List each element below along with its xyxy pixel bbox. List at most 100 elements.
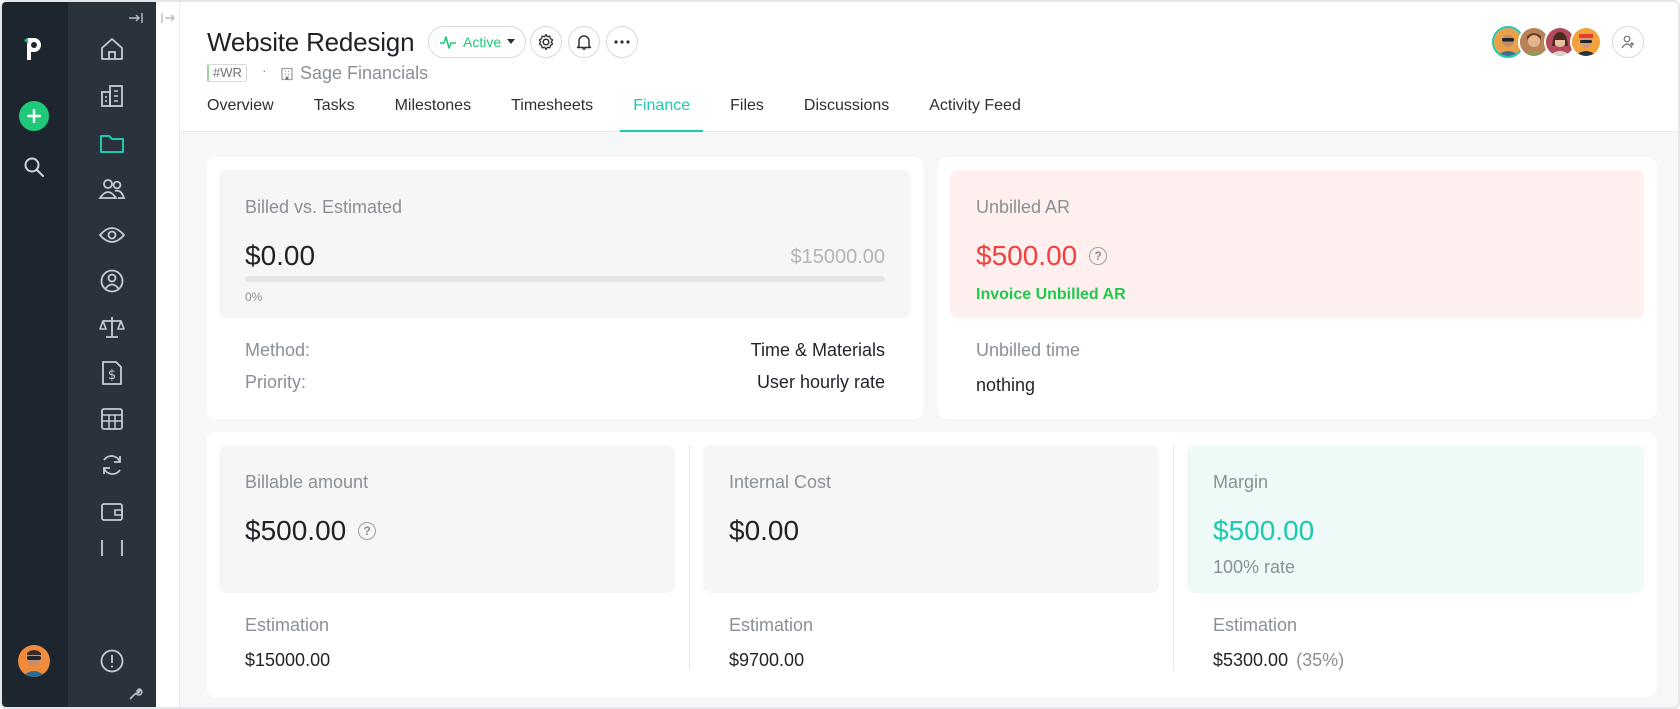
alert-circle-icon (100, 649, 124, 673)
unbilled-title: Unbilled AR (976, 197, 1071, 217)
section-nav: $ (68, 2, 156, 707)
method-value: Time & Materials (750, 340, 885, 360)
wrench-icon (129, 688, 143, 700)
nav-projects[interactable] (95, 126, 129, 160)
user-avatar-button[interactable] (17, 644, 51, 678)
priority-label: Priority: (245, 372, 307, 392)
invoice-dollar-icon: $ (102, 361, 122, 385)
billable-title: Billable amount (245, 472, 369, 492)
tab-files[interactable]: Files (717, 94, 777, 132)
collapse-nav-button[interactable] (127, 10, 147, 26)
expand-icon (161, 13, 175, 23)
unbilled-amount-row: $500.00 ? (976, 240, 1108, 272)
margin-title: Margin (1213, 472, 1269, 492)
caret-down-icon (507, 39, 516, 44)
financial-summary-card: Billable amount $500.00 ? Estimation $15… (206, 432, 1657, 697)
unbilled-tile: Unbilled AR $500.00 ? Invoice Unbilled A… (950, 170, 1644, 318)
nav-profile[interactable] (95, 264, 129, 298)
panel-expand-strip (156, 2, 180, 707)
plus-icon (19, 101, 49, 131)
settings-wrench-button[interactable] (127, 686, 143, 702)
project-settings-button[interactable] (530, 26, 562, 58)
billable-estimation-value: $15000.00 (245, 650, 331, 670)
svg-text:$: $ (108, 368, 116, 383)
billable-amount: $500.00 (245, 515, 347, 546)
people-icon (98, 179, 126, 199)
nav-more[interactable] (95, 540, 129, 556)
billed-title: Billed vs. Estimated (245, 197, 403, 217)
ellipsis-icon (614, 40, 630, 44)
buildings-icon (101, 85, 123, 107)
add-user-icon (1621, 35, 1634, 49)
nav-home[interactable] (95, 32, 129, 66)
unbilled-time-label: Unbilled time (976, 340, 1081, 360)
app-window: $ Website Redesign Active #WR · Sage Fin… (0, 0, 1680, 709)
app-rail (2, 2, 68, 707)
team-member-avatar[interactable] (1570, 26, 1602, 58)
unbilled-ar-card: Unbilled AR $500.00 ? Invoice Unbilled A… (937, 157, 1657, 419)
margin-estimation-row: $5300.00 (35%) (1213, 650, 1344, 671)
nav-people[interactable] (95, 172, 129, 206)
nav-watch[interactable] (95, 218, 129, 252)
unbilled-time-value: nothing (976, 375, 1036, 395)
nav-clients[interactable] (95, 79, 129, 113)
folder-icon (100, 135, 124, 153)
user-circle-icon (100, 269, 124, 293)
internal-cost-tile: Internal Cost $0.00 (703, 445, 1159, 593)
tab-overview[interactable]: Overview (207, 94, 287, 132)
tab-finance[interactable]: Finance (620, 94, 704, 132)
invoice-unbilled-link[interactable]: Invoice Unbilled AR (976, 286, 1126, 304)
more-actions-button[interactable] (606, 26, 638, 58)
internal-cost-estimation-label: Estimation (729, 615, 814, 635)
table-icon (101, 408, 123, 430)
internal-cost-estimation-value: $9700.00 (729, 650, 805, 670)
building-icon (281, 67, 293, 80)
project-code-badge: #WR (207, 64, 247, 82)
billed-amount: $0.00 (245, 240, 316, 271)
tab-tasks[interactable]: Tasks (301, 94, 368, 132)
margin-estimation-percent: (35%) (1296, 650, 1345, 670)
help-icon[interactable]: ? (358, 522, 377, 540)
team-avatars[interactable] (1492, 26, 1644, 58)
nav-balance[interactable] (95, 310, 129, 344)
notifications-button[interactable] (568, 26, 600, 58)
help-icon[interactable]: ? (1089, 247, 1108, 265)
home-icon (101, 38, 123, 60)
add-member-button[interactable] (1612, 26, 1644, 58)
nav-info[interactable] (95, 644, 129, 678)
search-button[interactable] (17, 150, 51, 184)
separator-dot: · (262, 62, 267, 78)
bell-icon (576, 35, 592, 50)
more-icon (101, 540, 123, 556)
create-button[interactable] (17, 99, 51, 133)
tab-milestones[interactable]: Milestones (382, 94, 484, 132)
collapse-icon (129, 13, 143, 23)
project-header: Website Redesign Active #WR · Sage Finan… (180, 2, 1678, 132)
margin-tile: Margin $500.00 100% rate (1187, 445, 1644, 593)
tab-timesheets[interactable]: Timesheets (498, 94, 606, 132)
nav-recurring[interactable] (95, 448, 129, 482)
eye-icon (98, 227, 126, 243)
nav-expenses[interactable] (95, 494, 129, 528)
scales-icon (99, 317, 125, 338)
expand-panel-button[interactable] (159, 10, 177, 26)
nav-reports[interactable] (95, 402, 129, 436)
client-link[interactable]: Sage Financials (280, 63, 428, 84)
margin-amount: $500.00 (1213, 515, 1315, 546)
tab-discussions[interactable]: Discussions (791, 94, 902, 132)
status-label: Active (463, 34, 502, 50)
refresh-icon (103, 455, 121, 475)
app-logo[interactable] (17, 32, 51, 66)
page-title: Website Redesign (207, 27, 415, 57)
margin-estimation-label: Estimation (1213, 615, 1298, 635)
margin-rate: 100% rate (1213, 557, 1296, 577)
status-dropdown[interactable]: Active (428, 26, 527, 58)
client-name: Sage Financials (300, 63, 429, 83)
billed-progress-percent: 0% (245, 290, 263, 304)
nav-invoices[interactable]: $ (95, 356, 129, 390)
tab-activity-feed[interactable]: Activity Feed (916, 94, 1034, 132)
gear-icon (538, 33, 554, 51)
billable-estimation-label: Estimation (245, 615, 330, 635)
wallet-icon (101, 503, 123, 521)
priority-value: User hourly rate (756, 372, 885, 392)
